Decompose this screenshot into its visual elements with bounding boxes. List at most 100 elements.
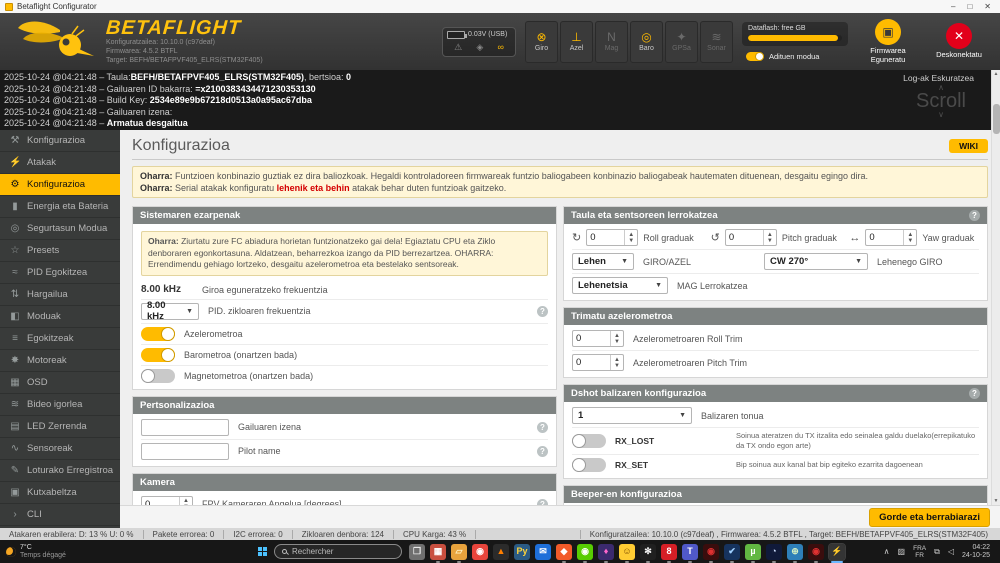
- spinner-arrows-icon[interactable]: ▲▼: [624, 230, 637, 245]
- sidebar-item[interactable]: ✎ Loturako Erregistroa: [0, 460, 120, 482]
- beacon-condition-toggle[interactable]: [572, 434, 606, 448]
- spinner-arrows-icon[interactable]: ▲▼: [903, 230, 916, 245]
- minimize-icon[interactable]: –: [951, 2, 955, 11]
- taskbar-app-icon[interactable]: ♦: [598, 544, 614, 560]
- start-button[interactable]: [258, 547, 267, 556]
- taskbar-app-icon[interactable]: ✉: [535, 544, 551, 560]
- pid-frequency-select[interactable]: 8.00 kHz▼: [141, 303, 199, 320]
- chevron-down-icon: ▼: [679, 412, 686, 419]
- taskbar-app-icon[interactable]: 8: [661, 544, 677, 560]
- degrees-input[interactable]: 0 ▲▼: [586, 229, 638, 246]
- degrees-input[interactable]: 0 ▲▼: [865, 229, 917, 246]
- taskbar-app-icon[interactable]: ☺: [619, 544, 635, 560]
- taskbar-app-icon[interactable]: ▱: [451, 544, 467, 560]
- monitor-icon[interactable]: ⧉: [934, 547, 940, 557]
- sensor-toggle[interactable]: [141, 327, 175, 341]
- expert-mode-toggle[interactable]: [746, 52, 764, 61]
- camera-angle-row: 0 ▲▼ FPV Kameraren Angelua [degrees] ?: [141, 493, 548, 505]
- tray-chevron-icon[interactable]: ∧: [884, 547, 890, 556]
- help-icon[interactable]: ?: [537, 422, 548, 433]
- beacon-condition-desc: Bip soinua aux kanal bat bip egiteko eza…: [736, 460, 923, 470]
- taskbar-app-icon[interactable]: ◉: [577, 544, 593, 560]
- beacon-tone-select[interactable]: 1▼: [572, 407, 692, 424]
- taskbar-app-icon[interactable]: ⚡: [829, 544, 845, 560]
- taskbar-app-icon[interactable]: ◉: [703, 544, 719, 560]
- sidebar-item[interactable]: ≈ PID Egokitzea: [0, 262, 120, 284]
- taskbar-app-icon[interactable]: ✻: [640, 544, 656, 560]
- taskbar-app-icon[interactable]: ▲: [493, 544, 509, 560]
- help-icon[interactable]: ?: [969, 210, 980, 221]
- sidebar-item[interactable]: ⚡ Atakak: [0, 152, 120, 174]
- taskbar-app-icon[interactable]: ▦: [430, 544, 446, 560]
- sidebar-item[interactable]: ≡ Egokitzeak: [0, 328, 120, 350]
- close-icon[interactable]: ✕: [984, 2, 991, 11]
- sidebar-item[interactable]: ▣ Kutxabeltza: [0, 482, 120, 504]
- spinner-arrows-icon[interactable]: ▲▼: [179, 497, 192, 505]
- pilot-name-input[interactable]: [141, 443, 229, 460]
- taskbar-app-icon[interactable]: ◆: [556, 544, 572, 560]
- help-icon[interactable]: ?: [537, 446, 548, 457]
- taskbar-clock[interactable]: 04:22 24-10-25: [962, 544, 990, 560]
- pid-frequency-row: 8.00 kHz▼ PID. zikloaren frekuentzia ?: [141, 300, 548, 324]
- content-scrollbar[interactable]: ▲ ▼: [991, 70, 1000, 505]
- firmware-flasher-button[interactable]: ▣ Firmwarea Eguneratu: [857, 19, 919, 64]
- beacon-condition-toggle[interactable]: [572, 458, 606, 472]
- tray-photos-icon[interactable]: ▨: [898, 547, 906, 556]
- sidebar-item[interactable]: ◎ Segurtasun Modua: [0, 218, 120, 240]
- camera-angle-input[interactable]: 0 ▲▼: [141, 496, 193, 505]
- sensor-toggle[interactable]: [141, 369, 175, 383]
- weather-widget[interactable]: 7°C Temps dégagé: [6, 544, 102, 560]
- help-icon[interactable]: ?: [537, 306, 548, 317]
- taskbar-app-icon[interactable]: Py: [514, 544, 530, 560]
- show-log-link[interactable]: Log-ak Eskuratzea: [903, 73, 974, 83]
- spinner-arrows-icon[interactable]: ▲▼: [610, 355, 623, 370]
- sidebar-item[interactable]: ∿ Sensoreak: [0, 438, 120, 460]
- scrollbar-up-icon[interactable]: ▲: [992, 71, 1000, 77]
- trim-input[interactable]: 0 ▲▼: [572, 330, 624, 347]
- language-switcher[interactable]: FRA FR: [913, 545, 926, 559]
- help-icon[interactable]: ?: [969, 388, 980, 399]
- rotation-axis-icon: ↺: [711, 231, 720, 244]
- taskbar-app-icon[interactable]: ◉: [808, 544, 824, 560]
- spinner-arrows-icon[interactable]: ▲▼: [610, 331, 623, 346]
- sidebar-item[interactable]: ◧ Moduak: [0, 306, 120, 328]
- disconnect-button[interactable]: ✕ Deskonektatu: [928, 23, 990, 60]
- maximize-icon[interactable]: □: [967, 2, 972, 11]
- taskbar-app-icon[interactable]: µ: [745, 544, 761, 560]
- sensor-toggle[interactable]: [141, 348, 175, 362]
- taskbar-app-icon[interactable]: ◉: [472, 544, 488, 560]
- taskbar-app-icon[interactable]: ❒: [409, 544, 425, 560]
- sensor-toggle-row: Azelerometroa: [141, 324, 548, 345]
- sidebar-item[interactable]: › CLI: [0, 504, 120, 526]
- degrees-input[interactable]: 0 ▲▼: [725, 229, 777, 246]
- scrollbar-down-icon[interactable]: ▼: [992, 498, 1000, 504]
- craft-name-input[interactable]: [141, 419, 229, 436]
- sidebar-item[interactable]: ▮ Energia eta Bateria: [0, 196, 120, 218]
- sidebar-item[interactable]: ⇅ Hargailua: [0, 284, 120, 306]
- gyro-align-select[interactable]: Lehen▼: [572, 253, 634, 270]
- spinner-arrows-icon[interactable]: ▲▼: [763, 230, 776, 245]
- speaker-icon[interactable]: ◁: [948, 547, 954, 556]
- save-and-reboot-button[interactable]: Gorde eta berrabiarazi: [869, 508, 990, 527]
- sidebar-item[interactable]: ⚙ Konfigurazioa: [0, 174, 120, 196]
- wiki-button[interactable]: WIKI: [949, 139, 988, 153]
- sidebar-item[interactable]: ✸ Motoreak: [0, 350, 120, 372]
- betaflight-configurator-window: Betaflight Configurator – □ ✕ BETAFLIGHT…: [0, 0, 1000, 563]
- taskbar-app-icon[interactable]: ◔: [766, 544, 782, 560]
- trim-input[interactable]: 0 ▲▼: [572, 354, 624, 371]
- scrollbar-thumb[interactable]: [993, 104, 1000, 134]
- sidebar-item[interactable]: ≋ Bideo igorlea: [0, 394, 120, 416]
- taskbar-app-icon[interactable]: T: [682, 544, 698, 560]
- taskbar-app-icon[interactable]: ⊕: [787, 544, 803, 560]
- taskbar-search[interactable]: Rechercher: [274, 544, 402, 559]
- sidebar-item[interactable]: ▤ LED Zerrenda: [0, 416, 120, 438]
- sidebar-item[interactable]: ⚒ Konfigurazioa: [0, 130, 120, 152]
- chip-icon: ▣: [882, 25, 893, 39]
- taskbar-app-icon[interactable]: ✔: [724, 544, 740, 560]
- sidebar-item-label: Presets: [27, 245, 59, 256]
- sidebar-item-label: CLI: [27, 509, 42, 520]
- first-gyro-select[interactable]: CW 270°▼: [764, 253, 868, 270]
- sidebar-item[interactable]: ▦ OSD: [0, 372, 120, 394]
- sidebar-item[interactable]: ☆ Presets: [0, 240, 120, 262]
- mag-align-select[interactable]: Lehenetsia▼: [572, 277, 668, 294]
